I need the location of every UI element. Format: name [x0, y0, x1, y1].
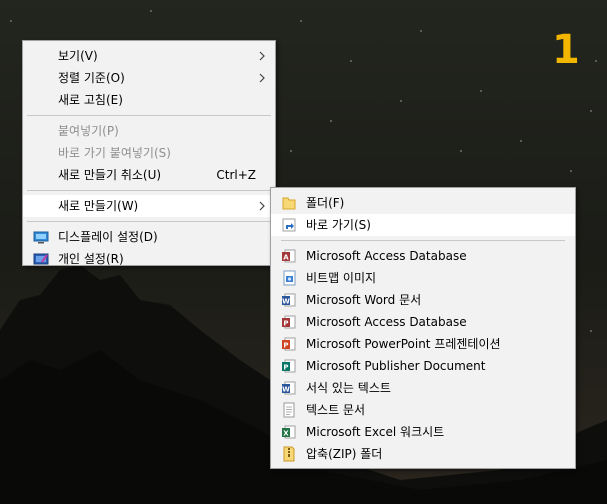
folder-icon	[282, 197, 296, 210]
menu-item-label: 디스플레이 설정(D)	[58, 230, 158, 244]
menu-item-label: 새로 만들기 취소(U)	[58, 168, 162, 182]
powerpoint-icon: P	[282, 337, 296, 351]
bitmap-icon	[283, 270, 296, 286]
submenu-item-bitmap-image[interactable]: 비트맵 이미지	[271, 267, 575, 289]
submenu-item-label: 바로 가기(S)	[306, 218, 371, 232]
access-icon: P	[282, 315, 296, 329]
submenu-item-excel-worksheet[interactable]: X Microsoft Excel 워크시트	[271, 421, 575, 443]
svg-text:W: W	[282, 386, 290, 394]
text-icon	[283, 402, 295, 418]
menu-item-paste-shortcut[interactable]: 바로 가기 붙여넣기(S)	[23, 142, 275, 164]
submenu-item-rich-text[interactable]: W 서식 있는 텍스트	[271, 377, 575, 399]
submenu-item-label: Microsoft Publisher Document	[306, 359, 486, 373]
submenu-item-label: Microsoft Word 문서	[306, 293, 422, 307]
menu-item-shortcut: Ctrl+Z	[216, 168, 256, 182]
chevron-right-icon	[259, 51, 265, 61]
submenu-item-word-document[interactable]: W Microsoft Word 문서	[271, 289, 575, 311]
rtf-icon: W	[282, 381, 296, 395]
menu-item-new[interactable]: 새로 만들기(W)	[23, 195, 275, 217]
submenu-item-access-database-2[interactable]: P Microsoft Access Database	[271, 311, 575, 333]
submenu-item-folder[interactable]: 폴더(F)	[271, 192, 575, 214]
word-icon: W	[282, 293, 296, 307]
menu-item-paste[interactable]: 붙여넣기(P)	[23, 120, 275, 142]
submenu-item-shortcut[interactable]: 바로 가기(S)	[271, 214, 575, 236]
menu-item-personalize[interactable]: 개인 설정(R)	[23, 248, 275, 270]
submenu-item-label: Microsoft PowerPoint 프레젠테이션	[306, 337, 501, 351]
menu-item-label: 붙여넣기(P)	[58, 124, 119, 138]
submenu-item-label: 서식 있는 텍스트	[306, 381, 391, 395]
menu-item-label: 바로 가기 붙여넣기(S)	[58, 146, 171, 160]
menu-item-view[interactable]: 보기(V)	[23, 45, 275, 67]
menu-separator	[27, 190, 271, 191]
submenu-item-label: 압축(ZIP) 폴더	[306, 447, 383, 461]
menu-item-sort-by[interactable]: 정렬 기준(O)	[23, 67, 275, 89]
menu-item-label: 정렬 기준(O)	[58, 71, 125, 85]
access-icon: A	[282, 249, 296, 263]
shortcut-icon	[282, 218, 296, 232]
menu-separator	[27, 221, 271, 222]
svg-text:P: P	[283, 320, 288, 328]
svg-text:A: A	[283, 254, 289, 262]
submenu-item-label: 폴더(F)	[306, 196, 345, 210]
svg-text:P: P	[283, 342, 288, 350]
submenu-item-access-database[interactable]: A Microsoft Access Database	[271, 245, 575, 267]
menu-item-refresh[interactable]: 새로 고침(E)	[23, 89, 275, 111]
menu-item-undo-new[interactable]: 새로 만들기 취소(U) Ctrl+Z	[23, 164, 275, 186]
menu-separator	[281, 240, 565, 241]
menu-item-display-settings[interactable]: 디스플레이 설정(D)	[23, 226, 275, 248]
menu-item-label: 개인 설정(R)	[58, 252, 124, 266]
svg-text:W: W	[282, 298, 290, 306]
new-submenu: 폴더(F) 바로 가기(S) A Microsoft Access Databa…	[270, 187, 576, 469]
menu-separator	[27, 115, 271, 116]
submenu-item-label: Microsoft Excel 워크시트	[306, 425, 445, 439]
publisher-icon: P	[282, 359, 296, 373]
submenu-item-zip-folder[interactable]: 압축(ZIP) 폴더	[271, 443, 575, 465]
step-number-label: 1	[552, 27, 580, 73]
menu-item-label: 보기(V)	[58, 49, 98, 63]
submenu-item-powerpoint[interactable]: P Microsoft PowerPoint 프레젠테이션	[271, 333, 575, 355]
chevron-right-icon	[259, 73, 265, 83]
submenu-item-label: 비트맵 이미지	[306, 271, 377, 285]
svg-text:X: X	[283, 430, 289, 438]
submenu-item-label: Microsoft Access Database	[306, 249, 467, 263]
submenu-item-publisher[interactable]: P Microsoft Publisher Document	[271, 355, 575, 377]
zip-folder-icon	[283, 446, 295, 462]
menu-item-label: 새로 고침(E)	[58, 93, 123, 107]
desktop-context-menu: 보기(V) 정렬 기준(O) 새로 고침(E) 붙여넣기(P) 바로 가기 붙여…	[22, 40, 276, 266]
menu-item-label: 새로 만들기(W)	[58, 199, 139, 213]
excel-icon: X	[282, 425, 296, 439]
submenu-item-label: Microsoft Access Database	[306, 315, 467, 329]
personalize-icon	[33, 253, 49, 265]
chevron-right-icon	[259, 201, 265, 211]
submenu-item-label: 텍스트 문서	[306, 403, 366, 417]
svg-text:P: P	[283, 364, 288, 372]
display-icon	[33, 231, 49, 244]
submenu-item-text-document[interactable]: 텍스트 문서	[271, 399, 575, 421]
